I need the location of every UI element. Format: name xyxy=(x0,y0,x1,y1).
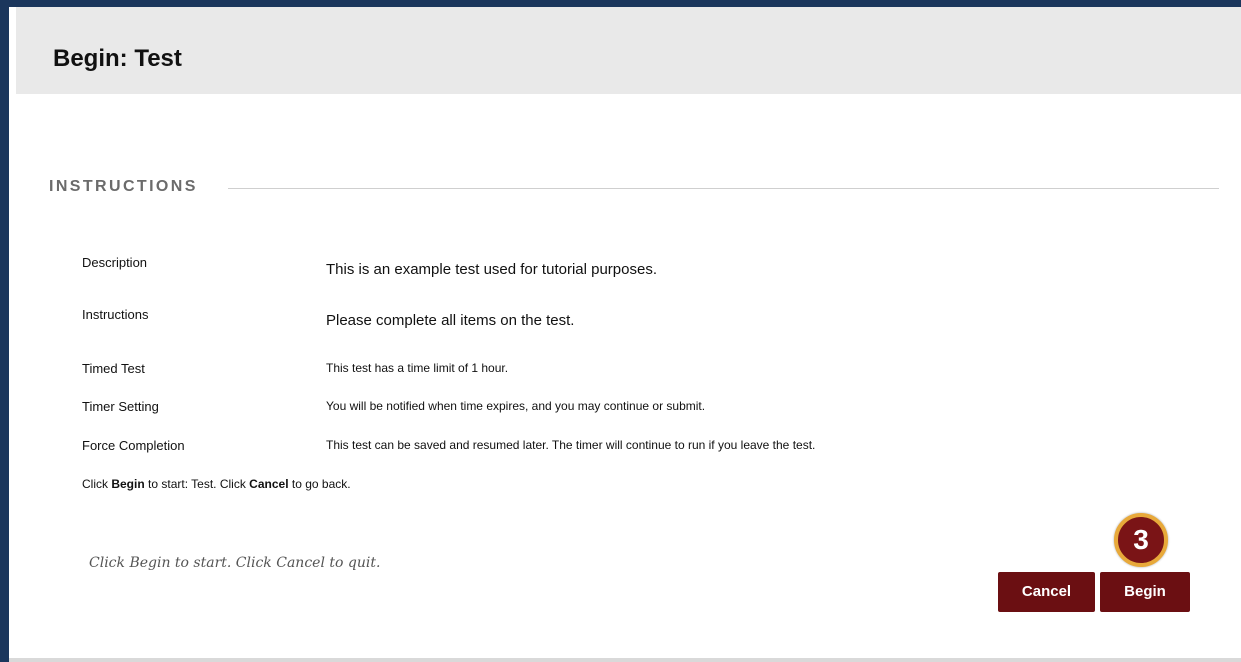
section-divider xyxy=(228,188,1219,189)
instructions-heading: INSTRUCTIONS xyxy=(49,178,198,195)
timer-setting-value: You will be notified when time expires, … xyxy=(326,399,706,413)
cancel-button[interactable]: Cancel xyxy=(998,572,1095,612)
window-left-border xyxy=(0,0,9,662)
timed-test-label: Timed Test xyxy=(82,361,145,376)
timer-setting-label: Timer Setting xyxy=(82,399,159,414)
force-completion-label: Force Completion xyxy=(82,438,185,453)
page-header: Begin: Test xyxy=(16,7,1241,94)
step-number-badge: 3 xyxy=(1114,513,1168,567)
window-bottom-border xyxy=(9,658,1241,662)
instructions-value: Please complete all items on the test. xyxy=(326,312,575,329)
hint-middle: to start: Test. Click xyxy=(144,477,250,491)
hint-begin-word: Begin xyxy=(111,477,145,491)
hint-prefix: Click xyxy=(82,477,112,491)
description-label: Description xyxy=(82,255,148,270)
instructions-label: Instructions xyxy=(82,307,149,322)
timed-test-value: This test has a time limit of 1 hour. xyxy=(326,361,509,375)
force-completion-value: This test can be saved and resumed later… xyxy=(326,438,816,452)
hint-cancel-word: Cancel xyxy=(249,477,289,491)
window-top-border xyxy=(0,0,1241,7)
begin-cancel-hint: Click Begin to start: Test. Click Cancel… xyxy=(82,477,351,491)
description-value: This is an example test used for tutoria… xyxy=(326,261,657,278)
hint-suffix: to go back. xyxy=(288,477,351,491)
begin-button[interactable]: Begin xyxy=(1100,572,1190,612)
footer-note: Click Begin to start. Click Cancel to qu… xyxy=(89,555,381,571)
page-title: Begin: Test xyxy=(53,45,182,72)
